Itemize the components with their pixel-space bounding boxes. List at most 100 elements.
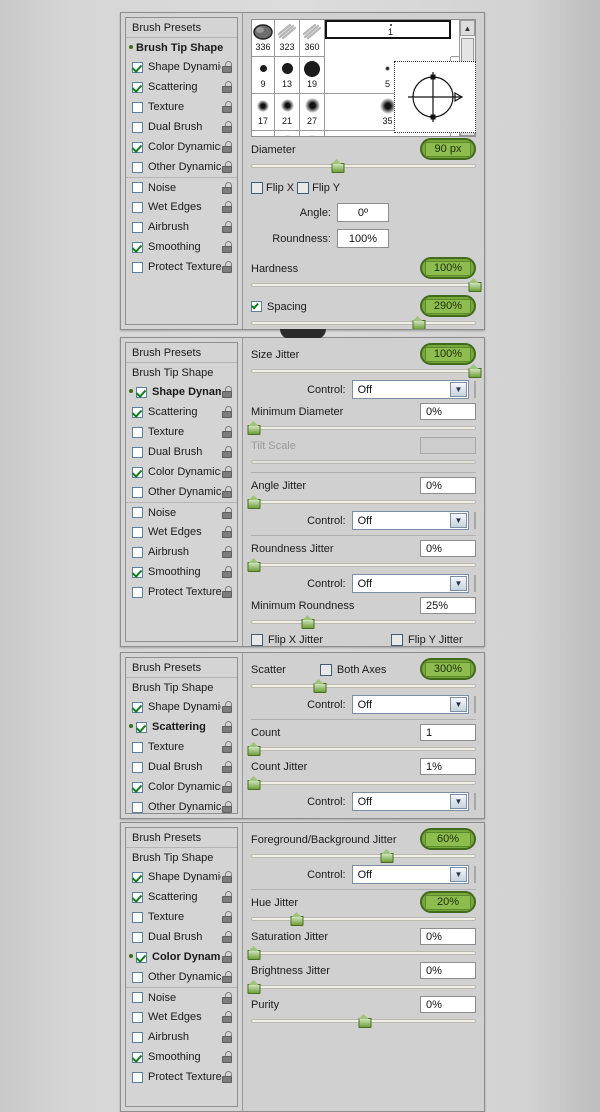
size-jitter-slider[interactable] [251, 364, 482, 378]
angle-input[interactable]: 0º [337, 203, 389, 222]
hue-jitter-slider[interactable] [251, 912, 476, 926]
lock-icon[interactable] [221, 121, 233, 133]
lock-icon[interactable] [221, 181, 233, 194]
sidebar-item-smoothing[interactable]: Smoothing [126, 1047, 237, 1067]
spacing-slider[interactable] [251, 316, 476, 329]
chevron-down-icon[interactable]: ▼ [450, 513, 467, 528]
option-checkbox[interactable] [132, 871, 143, 883]
slider-knob[interactable] [290, 912, 304, 926]
chevron-down-icon[interactable]: ▼ [450, 576, 467, 591]
hue-jitter-value[interactable]: 20% [425, 894, 471, 910]
sidebar-item-protect-texture[interactable]: Protect Texture [126, 582, 237, 602]
sidebar-item-color-dynamics[interactable]: Color Dynamics [126, 777, 237, 797]
lock-icon[interactable] [221, 506, 233, 519]
both-axes-checkbox[interactable] [319, 663, 332, 676]
brush-tip-preview[interactable] [394, 61, 476, 133]
sidebar-item-brush-tip-shape[interactable]: Brush Tip Shape [126, 847, 237, 867]
chevron-down-icon[interactable]: ▼ [450, 382, 467, 397]
sidebar-item-wet-edges[interactable]: Wet Edges [126, 197, 237, 217]
purity-slider[interactable] [251, 1014, 476, 1028]
lock-icon[interactable] [221, 221, 233, 233]
lock-icon[interactable] [221, 801, 233, 813]
lock-icon[interactable] [221, 951, 233, 963]
lock-icon[interactable] [221, 141, 233, 153]
sidebar-item-protect-texture[interactable]: Protect Texture [126, 1067, 237, 1087]
option-checkbox[interactable] [132, 466, 143, 478]
fg-bg-jitter-slider[interactable] [251, 849, 476, 863]
sidebar-item-wet-edges[interactable]: Wet Edges [126, 522, 237, 542]
scatter-value[interactable]: 300% [425, 661, 471, 677]
slider-knob[interactable] [358, 1014, 371, 1028]
sidebar-item-other-dynamics[interactable]: Other Dynamics [126, 797, 237, 813]
option-checkbox[interactable] [132, 801, 143, 813]
sidebar-item-color-dynamics[interactable]: Color Dynamics [126, 462, 237, 482]
lock-icon[interactable] [221, 911, 233, 923]
chevron-down-icon[interactable]: ▼ [450, 794, 467, 809]
slider-knob[interactable] [247, 946, 261, 960]
sidebar-item-noise[interactable]: Noise [126, 502, 237, 522]
angle-jitter-value[interactable]: 0% [420, 477, 476, 494]
count-jitter-slider[interactable] [247, 776, 476, 790]
option-checkbox[interactable] [132, 566, 143, 578]
hardness-slider[interactable] [251, 278, 482, 292]
flip-y-checkbox[interactable] [297, 182, 310, 194]
sidebar-item-dual-brush[interactable]: Dual Brush [126, 442, 237, 462]
sidebar-item-brush-presets[interactable]: Brush Presets [125, 657, 238, 677]
lock-icon[interactable] [221, 201, 233, 213]
option-checkbox[interactable] [132, 931, 143, 943]
lock-icon[interactable] [221, 721, 233, 733]
lock-icon[interactable] [221, 466, 233, 478]
slider-knob[interactable] [468, 364, 482, 378]
roundness-jitter-value[interactable]: 0% [420, 540, 476, 557]
scatter-control-select[interactable]: Off ▼ [351, 695, 469, 714]
slider-knob[interactable] [247, 558, 261, 572]
lock-icon[interactable] [221, 1071, 233, 1083]
lock-icon[interactable] [221, 586, 233, 598]
flip-x-checkbox[interactable] [251, 182, 263, 194]
lock-icon[interactable] [221, 781, 233, 793]
lock-icon[interactable] [221, 971, 233, 983]
slider-knob[interactable] [313, 679, 326, 693]
lock-icon[interactable] [221, 546, 233, 558]
brush-preset-cell[interactable]: 336 [252, 20, 275, 57]
saturation-jitter-slider[interactable] [247, 946, 476, 960]
fg-bg-control-select[interactable]: Off ▼ [351, 865, 469, 884]
lock-icon[interactable] [221, 526, 233, 538]
sidebar-item-scattering[interactable]: Scattering [126, 717, 237, 737]
brush-preset-cell[interactable]: 360 [300, 20, 325, 57]
brush-preset-cell[interactable]: 27 [300, 94, 325, 131]
sidebar-item-other-dynamics[interactable]: Other Dynamics [126, 482, 237, 502]
lock-icon[interactable] [221, 701, 233, 713]
roundness-jitter-slider[interactable] [247, 558, 476, 572]
option-checkbox[interactable] [132, 741, 143, 753]
option-checkbox[interactable] [132, 121, 143, 133]
sidebar-item-shape-dynamics[interactable]: Shape Dynamics [126, 867, 237, 887]
sidebar-item-smoothing[interactable]: Smoothing [126, 562, 237, 582]
option-checkbox[interactable] [132, 701, 143, 713]
brush-preset-cell[interactable] [300, 131, 325, 136]
option-checkbox[interactable] [136, 386, 147, 398]
sidebar-item-scattering[interactable]: Scattering [126, 77, 237, 97]
brush-preset-cell[interactable]: 3 [451, 20, 459, 57]
slider-knob[interactable] [247, 742, 261, 756]
lock-icon[interactable] [221, 386, 233, 398]
option-checkbox[interactable] [132, 241, 143, 253]
lock-icon[interactable] [221, 1051, 233, 1063]
sidebar-item-other-dynamics[interactable]: Other Dynamics [126, 157, 237, 177]
option-checkbox[interactable] [136, 721, 147, 733]
lock-icon[interactable] [221, 871, 233, 883]
option-checkbox[interactable] [132, 406, 143, 418]
brush-preset-cell[interactable] [252, 131, 275, 136]
sidebar-item-shape-dynamics[interactable]: Shape Dynamics [126, 57, 237, 77]
option-checkbox[interactable] [132, 586, 143, 598]
size-jitter-value[interactable]: 100% [425, 346, 471, 362]
chevron-down-icon[interactable]: ▼ [450, 867, 467, 882]
lock-icon[interactable] [221, 241, 233, 253]
option-checkbox[interactable] [132, 1071, 143, 1083]
hardness-value[interactable]: 100% [425, 260, 471, 276]
lock-icon[interactable] [221, 81, 233, 93]
lock-icon[interactable] [221, 446, 233, 458]
lock-icon[interactable] [221, 1031, 233, 1043]
lock-icon[interactable] [221, 891, 233, 903]
sidebar-item-scattering[interactable]: Scattering [126, 402, 237, 422]
